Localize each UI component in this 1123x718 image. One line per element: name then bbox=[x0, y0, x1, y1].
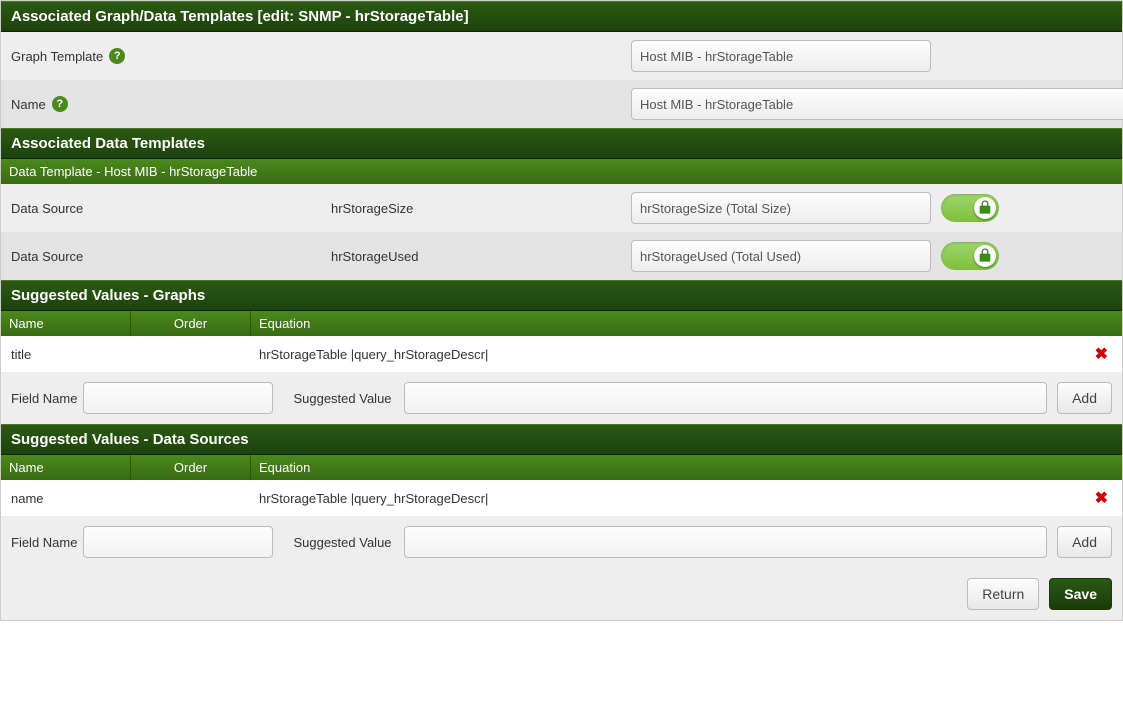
data-source-select[interactable]: hrStorageSize (Total Size) bbox=[631, 192, 931, 224]
suggested-value-label: Suggested Value bbox=[293, 535, 397, 550]
graph-template-label: Graph Template bbox=[11, 49, 103, 64]
col-eq: Equation bbox=[251, 311, 1122, 336]
table-header: Name Order Equation bbox=[1, 311, 1122, 336]
data-source-name: hrStorageUsed bbox=[331, 249, 418, 264]
field-name-label: Field Name bbox=[11, 535, 83, 550]
col-order: Order bbox=[131, 455, 251, 480]
lock-icon bbox=[977, 247, 993, 263]
cell-name: title bbox=[9, 347, 139, 362]
panel-heading-suggested-ds: Suggested Values - Data Sources bbox=[1, 424, 1122, 455]
suggested-value-label: Suggested Value bbox=[293, 391, 397, 406]
panel-subheading-data-template: Data Template - Host MIB - hrStorageTabl… bbox=[1, 159, 1122, 184]
return-button[interactable]: Return bbox=[967, 578, 1039, 610]
col-name: Name bbox=[1, 455, 131, 480]
add-button[interactable]: Add bbox=[1057, 382, 1112, 414]
data-source-label: Data Source bbox=[11, 201, 83, 216]
panel-heading-data-templates: Associated Data Templates bbox=[1, 128, 1122, 159]
field-name-input[interactable] bbox=[83, 382, 273, 414]
cell-equation: hrStorageTable |query_hrStorageDescr| bbox=[259, 491, 1089, 506]
lock-icon bbox=[977, 199, 993, 215]
name-label: Name bbox=[11, 97, 46, 112]
help-icon[interactable]: ? bbox=[109, 48, 125, 64]
data-source-toggle[interactable] bbox=[941, 194, 999, 222]
data-source-toggle[interactable] bbox=[941, 242, 999, 270]
cell-name: name bbox=[9, 491, 139, 506]
add-button[interactable]: Add bbox=[1057, 526, 1112, 558]
data-source-name: hrStorageSize bbox=[331, 201, 413, 216]
delete-row-icon[interactable]: ✖ bbox=[1089, 344, 1114, 364]
name-input[interactable] bbox=[631, 88, 1123, 120]
table-row: name hrStorageTable |query_hrStorageDesc… bbox=[1, 480, 1122, 516]
help-icon[interactable]: ? bbox=[52, 96, 68, 112]
field-name-label: Field Name bbox=[11, 391, 83, 406]
data-source-select[interactable]: hrStorageUsed (Total Used) bbox=[631, 240, 931, 272]
data-source-label: Data Source bbox=[11, 249, 83, 264]
delete-row-icon[interactable]: ✖ bbox=[1089, 488, 1114, 508]
panel-heading-main: Associated Graph/Data Templates [edit: S… bbox=[1, 1, 1122, 32]
field-name-input[interactable] bbox=[83, 526, 273, 558]
cell-equation: hrStorageTable |query_hrStorageDescr| bbox=[259, 347, 1089, 362]
panel-heading-suggested-graphs: Suggested Values - Graphs bbox=[1, 280, 1122, 311]
suggested-value-input[interactable] bbox=[404, 382, 1048, 414]
suggested-value-input[interactable] bbox=[404, 526, 1048, 558]
table-row: title hrStorageTable |query_hrStorageDes… bbox=[1, 336, 1122, 372]
col-order: Order bbox=[131, 311, 251, 336]
graph-template-select[interactable]: Host MIB - hrStorageTable bbox=[631, 40, 931, 72]
col-name: Name bbox=[1, 311, 131, 336]
col-eq: Equation bbox=[251, 455, 1122, 480]
table-header: Name Order Equation bbox=[1, 455, 1122, 480]
save-button[interactable]: Save bbox=[1049, 578, 1112, 610]
